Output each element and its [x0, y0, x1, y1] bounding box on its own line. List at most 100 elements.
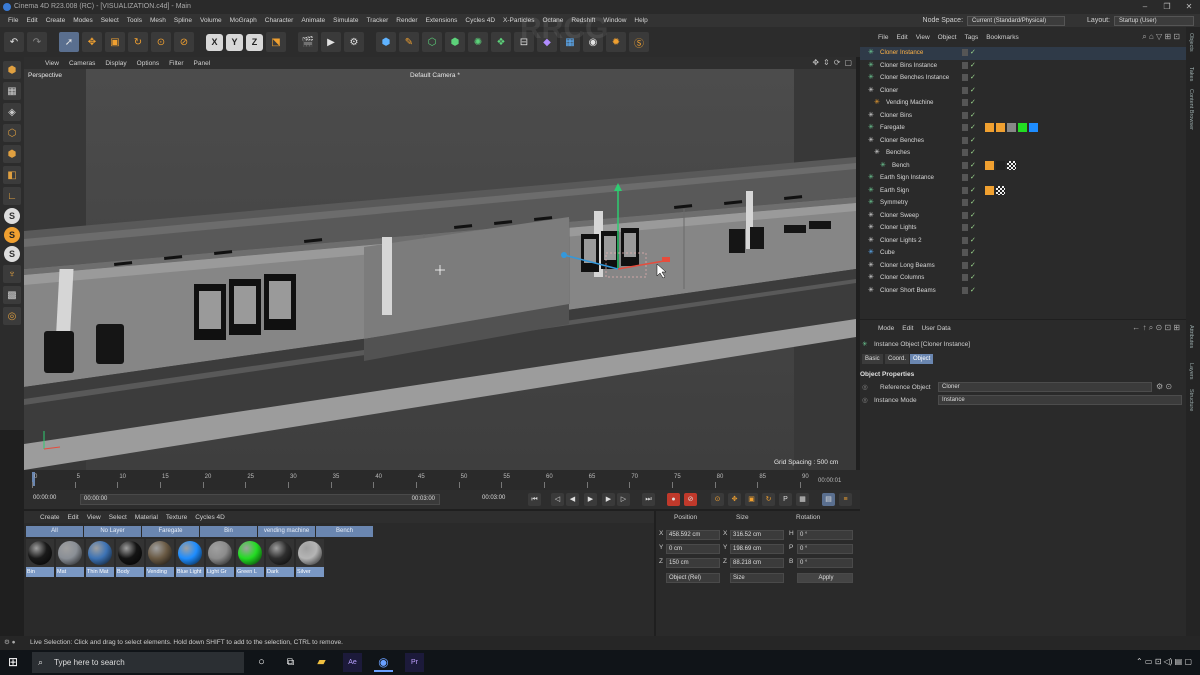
layer-tab-vending-machine[interactable]: vending machine: [258, 526, 315, 537]
object-visibility-flags[interactable]: ✓: [962, 186, 976, 194]
enabled-check-icon[interactable]: ✓: [970, 174, 976, 181]
object-visibility-flags[interactable]: ✓: [962, 199, 976, 206]
enabled-check-icon[interactable]: ✓: [970, 274, 976, 281]
node-space-select[interactable]: Current (Standard/Physical): [967, 15, 1066, 26]
texture-mode-icon[interactable]: ◈: [3, 103, 21, 121]
object-name[interactable]: Earth Sign: [880, 185, 909, 197]
layer-color-swatch[interactable]: [962, 274, 968, 281]
rot-p-field[interactable]: 0 °: [797, 544, 853, 554]
om-menu-view[interactable]: View: [912, 34, 934, 41]
object-name[interactable]: Vending Machine: [886, 97, 933, 109]
object-tag-icon[interactable]: [985, 123, 994, 132]
edges-mode-icon[interactable]: ⬢: [3, 145, 21, 163]
snap-icon[interactable]: S: [4, 208, 20, 224]
object-row[interactable]: ✳ Benches ✓: [860, 147, 1186, 160]
object-visibility-flags[interactable]: ✓: [962, 124, 976, 131]
enabled-check-icon[interactable]: ✓: [970, 287, 976, 294]
menu-modes[interactable]: Modes: [69, 17, 97, 24]
object-name[interactable]: Bench: [892, 160, 910, 172]
om-menu-file[interactable]: File: [874, 34, 892, 41]
enabled-check-icon[interactable]: ✓: [970, 224, 976, 231]
object-row[interactable]: ✳ Earth Sign Instance ✓: [860, 172, 1186, 185]
object-name[interactable]: Symmetry: [880, 197, 908, 209]
layer-color-swatch[interactable]: [962, 174, 968, 181]
am-tab-basic[interactable]: Basic: [862, 354, 883, 364]
layout-select[interactable]: Startup (User): [1114, 15, 1194, 26]
object-visibility-flags[interactable]: ✓: [962, 149, 976, 156]
viewport-menu-display[interactable]: Display: [100, 60, 131, 67]
layer-color-swatch[interactable]: [962, 249, 968, 256]
object-name[interactable]: Cloner Long Beams: [880, 260, 935, 272]
material-menu-view[interactable]: View: [83, 514, 105, 521]
object-tag-icon[interactable]: [996, 123, 1005, 132]
object-row[interactable]: ✳ Cloner Bins ✓: [860, 110, 1186, 123]
object-row[interactable]: ✳ Cloner Sweep ✓: [860, 210, 1186, 223]
material-swatch[interactable]: Bin: [26, 539, 54, 577]
material-menu-cycles4d[interactable]: Cycles 4D: [191, 514, 229, 521]
layer-tab-no-layer[interactable]: No Layer: [84, 526, 141, 537]
key-rotation-icon[interactable]: ↻: [762, 493, 775, 506]
object-row[interactable]: ✳ Cloner Lights 2 ✓: [860, 235, 1186, 248]
render-settings-icon[interactable]: ⚙: [344, 32, 364, 52]
material-swatch[interactable]: Silver: [296, 539, 324, 577]
object-row[interactable]: ✳ Cloner Benches ✓: [860, 135, 1186, 148]
z-axis-lock-button[interactable]: Z: [246, 33, 263, 51]
object-name[interactable]: Cloner Benches: [880, 135, 924, 147]
next-frame-icon[interactable]: ▶: [602, 493, 615, 506]
scale-tool-icon[interactable]: ▣: [105, 32, 125, 52]
material-swatch[interactable]: Blue Light: [176, 539, 204, 577]
live-selection-icon[interactable]: ➚: [59, 32, 79, 52]
anim-dot-icon[interactable]: ◎: [862, 396, 868, 404]
prev-frame-icon[interactable]: ◀: [566, 493, 579, 506]
object-visibility-flags[interactable]: ✓: [962, 111, 976, 119]
layer-color-swatch[interactable]: [962, 49, 968, 56]
layer-color-swatch[interactable]: [962, 111, 968, 119]
om-menu-bookmarks[interactable]: Bookmarks: [982, 34, 1023, 41]
y-axis-lock-button[interactable]: Y: [226, 33, 243, 51]
menu-cycles4d[interactable]: Cycles 4D: [461, 17, 499, 24]
grid-icon[interactable]: ▩: [3, 286, 21, 304]
object-tag-icon[interactable]: [985, 185, 994, 195]
object-row[interactable]: ✳ Cloner ✓: [860, 85, 1186, 98]
pan-icon[interactable]: ✥: [812, 58, 819, 67]
menu-help[interactable]: Help: [630, 17, 651, 24]
object-visibility-flags[interactable]: ✓: [962, 274, 976, 281]
menu-spline[interactable]: Spline: [170, 17, 196, 24]
end-time-field[interactable]: 00:03:00: [479, 494, 515, 505]
rot-b-field[interactable]: 0 °: [797, 558, 853, 568]
layer-color-swatch[interactable]: [962, 236, 968, 244]
anim-dot-icon[interactable]: ◎: [862, 383, 868, 391]
cloner-icon[interactable]: ⬢: [445, 32, 465, 52]
undo-icon[interactable]: ↶: [4, 32, 24, 52]
subdivision-icon[interactable]: ⬡: [422, 32, 442, 52]
enabled-check-icon[interactable]: ✓: [970, 112, 976, 119]
menu-create[interactable]: Create: [42, 17, 70, 24]
menu-tracker[interactable]: Tracker: [362, 17, 392, 24]
render-region-icon[interactable]: 🎬: [298, 32, 318, 52]
play-icon[interactable]: ▶: [584, 493, 597, 506]
layer-color-swatch[interactable]: [962, 136, 968, 144]
enabled-check-icon[interactable]: ✓: [970, 62, 976, 69]
layer-color-swatch[interactable]: [962, 286, 968, 294]
enabled-check-icon[interactable]: ✓: [970, 249, 976, 256]
menu-mograph[interactable]: MoGraph: [226, 17, 261, 24]
enabled-check-icon[interactable]: ✓: [970, 149, 976, 156]
menu-animate[interactable]: Animate: [297, 17, 329, 24]
object-row[interactable]: ✳ Cloner Lights ✓: [860, 222, 1186, 235]
object-tag-icon[interactable]: [985, 160, 994, 170]
autokey-icon[interactable]: ⊘: [684, 493, 697, 506]
menu-octane[interactable]: Octane: [538, 17, 567, 24]
object-tag-icon[interactable]: [1007, 123, 1016, 132]
key-pla-icon[interactable]: ▦: [796, 493, 809, 506]
viewport-menu-cameras[interactable]: Cameras: [64, 60, 100, 67]
layer-color-swatch[interactable]: [962, 161, 968, 169]
layer-color-swatch[interactable]: [962, 261, 968, 269]
rot-h-field[interactable]: 0 °: [797, 530, 853, 540]
vtab-attributes[interactable]: Attributes: [1188, 325, 1194, 348]
multitask-icon[interactable]: ⧉: [281, 653, 300, 672]
object-row[interactable]: ✳ Faregate ✓: [860, 122, 1186, 135]
object-row[interactable]: ✳ Cloner Benches Instance ✓: [860, 72, 1186, 85]
object-row[interactable]: ✳ Cloner Bins Instance ✓: [860, 60, 1186, 73]
layer-color-swatch[interactable]: [962, 86, 968, 94]
pos-z-field[interactable]: 150 cm: [666, 558, 720, 568]
